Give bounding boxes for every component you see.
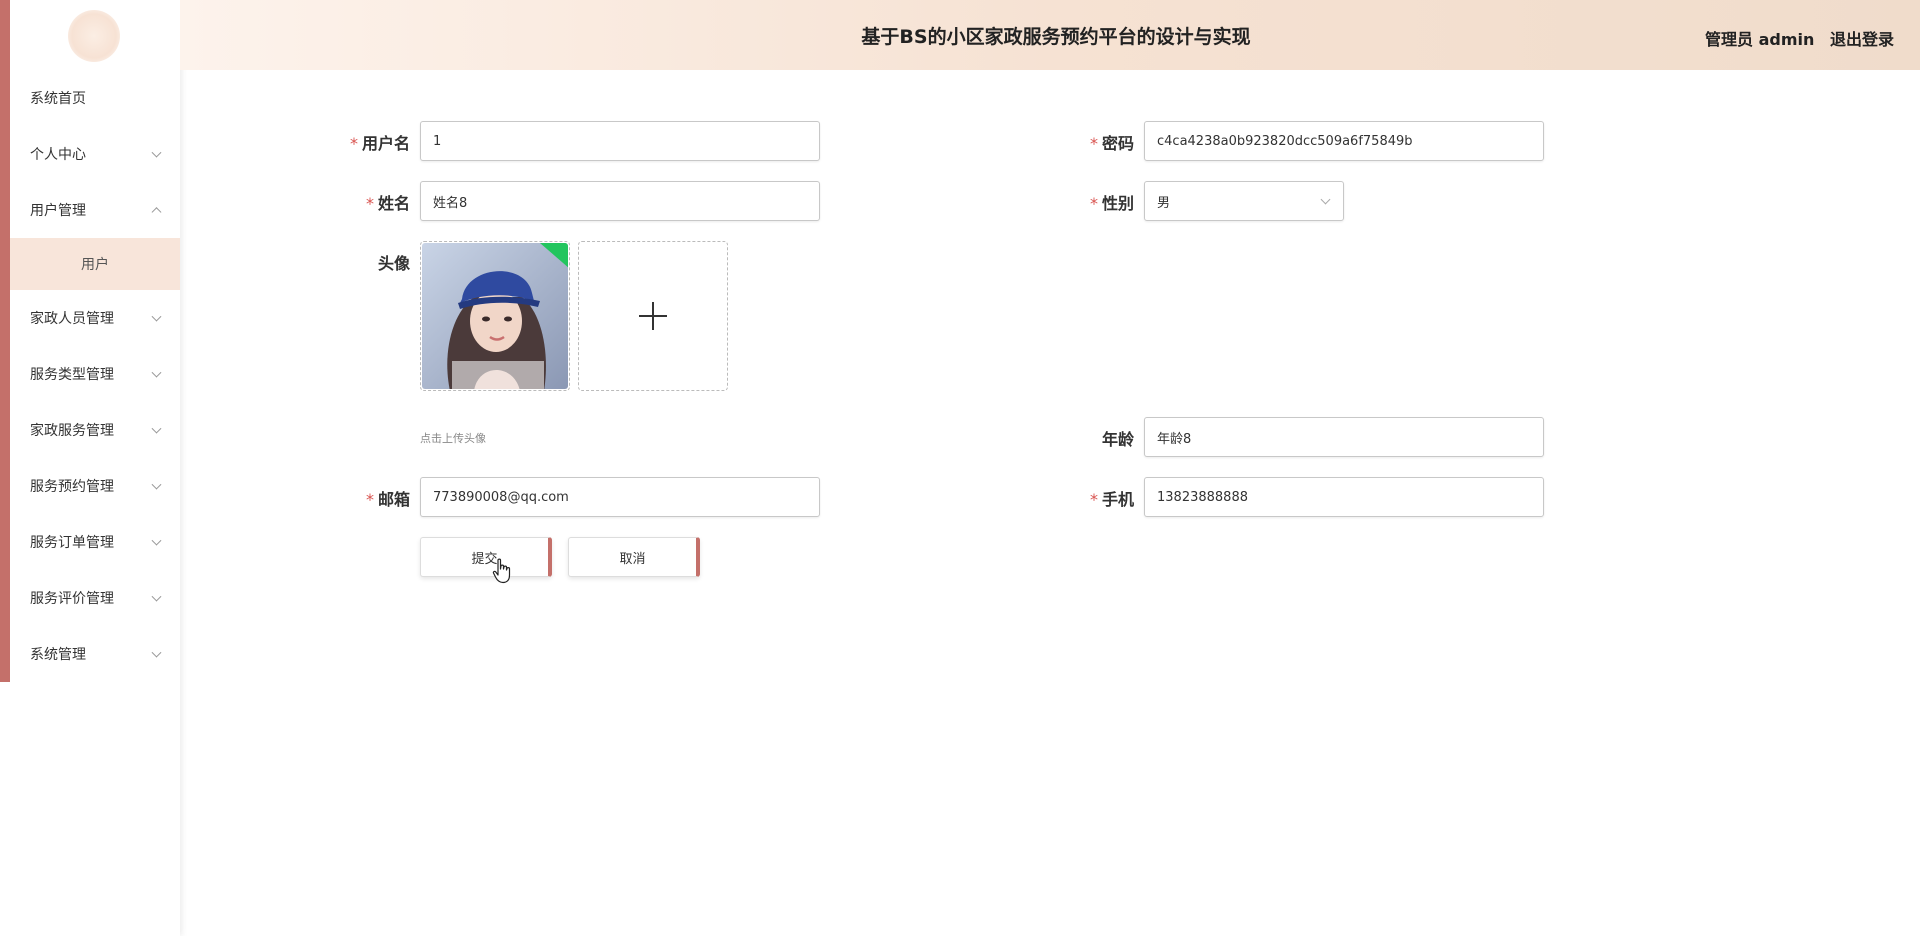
chevron-up-icon — [151, 207, 162, 218]
sidebar-item-profile[interactable]: 个人中心 — [10, 126, 180, 182]
chevron-down-icon — [151, 535, 162, 546]
sidebar-item-system[interactable]: 系统管理 — [10, 626, 180, 682]
age-value: 年龄8 — [1157, 431, 1192, 447]
gender-select[interactable]: 男 — [1144, 181, 1344, 221]
sidebar-item-label: 用户管理 — [30, 203, 86, 219]
user-role: 管理员 admin — [1705, 30, 1815, 49]
plus-icon — [639, 302, 667, 330]
sidebar-item-label: 服务类型管理 — [30, 367, 114, 383]
sidebar-item-housekeepers[interactable]: 家政人员管理 — [10, 290, 180, 346]
sidebar-item-label: 服务订单管理 — [30, 535, 114, 551]
name-label-text: 姓名 — [377, 194, 410, 213]
name-input[interactable]: 姓名8 — [420, 181, 820, 221]
age-label-text: 年龄 — [1101, 430, 1134, 449]
age-input[interactable]: 年龄8 — [1144, 417, 1544, 457]
phone-value: 13823888888 — [1157, 489, 1248, 505]
username-value: 1 — [433, 133, 442, 149]
hand-cursor-icon — [492, 558, 511, 584]
required-mark: * — [1089, 134, 1098, 153]
email-label-text: 邮箱 — [377, 490, 410, 509]
gender-label: * 性别 — [1014, 190, 1134, 214]
sidebar-item-reviews[interactable]: 服务评价管理 — [10, 570, 180, 626]
email-label: * 邮箱 — [290, 486, 410, 510]
sidebar-item-label: 家政服务管理 — [30, 423, 114, 439]
submenu-item-user[interactable]: 用户 — [10, 238, 180, 290]
required-mark: * — [1089, 490, 1098, 509]
avatar-label: 头像 — [290, 250, 410, 274]
username-input[interactable]: 1 — [420, 121, 820, 161]
username-label-text: 用户名 — [361, 134, 410, 153]
sidebar: 系统首页 个人中心 用户管理 用户 家政人员管理 服务类型管理 家政服务管理 服… — [0, 0, 180, 936]
phone-input[interactable]: 13823888888 — [1144, 477, 1544, 517]
sidebar-item-label: 家政人员管理 — [30, 311, 114, 327]
sidebar-item-users[interactable]: 用户管理 — [10, 182, 180, 238]
name-value: 姓名8 — [433, 195, 468, 211]
chevron-down-icon — [151, 311, 162, 322]
header-user-area: 管理员 admin 退出登录 — [1695, 26, 1894, 50]
submenu-item-label: 用户 — [81, 257, 109, 273]
logout-link[interactable]: 退出登录 — [1830, 30, 1894, 49]
sidebar-item-label: 个人中心 — [30, 147, 86, 163]
gender-label-text: 性别 — [1101, 194, 1134, 213]
chevron-down-icon — [151, 147, 162, 158]
chevron-down-icon — [151, 647, 162, 658]
submit-button[interactable]: 提交 — [420, 537, 552, 577]
password-label-text: 密码 — [1101, 134, 1134, 153]
chevron-down-icon — [1320, 194, 1331, 205]
logo — [68, 10, 120, 62]
age-label: 年龄 — [1014, 426, 1134, 450]
phone-label: * 手机 — [1014, 486, 1134, 510]
name-label: * 姓名 — [290, 190, 410, 214]
sidebar-item-label: 服务评价管理 — [30, 591, 114, 607]
upload-tip: 点击上传头像 — [420, 432, 486, 445]
chevron-down-icon — [151, 479, 162, 490]
sidebar-item-appointments[interactable]: 服务预约管理 — [10, 458, 180, 514]
sidebar-menu: 系统首页 个人中心 用户管理 用户 家政人员管理 服务类型管理 家政服务管理 服… — [10, 70, 180, 682]
required-mark: * — [365, 490, 374, 509]
sidebar-accent-bar — [0, 0, 10, 682]
email-input[interactable]: 773890008@qq.com — [420, 477, 820, 517]
sidebar-item-label: 系统首页 — [30, 91, 86, 107]
sidebar-item-label: 系统管理 — [30, 647, 86, 663]
header: 基于BS的小区家政服务预约平台的设计与实现 管理员 admin 退出登录 — [180, 0, 1920, 70]
sidebar-item-orders[interactable]: 服务订单管理 — [10, 514, 180, 570]
chevron-down-icon — [151, 423, 162, 434]
username-label: * 用户名 — [290, 130, 410, 154]
required-mark: * — [349, 134, 358, 153]
cancel-button[interactable]: 取消 — [568, 537, 700, 577]
required-mark: * — [365, 194, 374, 213]
avatar-preview[interactable] — [420, 241, 570, 391]
avatar-image — [422, 243, 568, 389]
chevron-down-icon — [151, 367, 162, 378]
email-value: 773890008@qq.com — [433, 489, 569, 505]
phone-label-text: 手机 — [1101, 490, 1134, 509]
sidebar-item-service-types[interactable]: 服务类型管理 — [10, 346, 180, 402]
required-mark: * — [1089, 194, 1098, 213]
gender-value: 男 — [1157, 195, 1171, 211]
upload-avatar-button[interactable] — [578, 241, 728, 391]
sidebar-item-services[interactable]: 家政服务管理 — [10, 402, 180, 458]
avatar-label-text: 头像 — [377, 254, 410, 273]
page-title: 基于BS的小区家政服务预约平台的设计与实现 — [861, 26, 1251, 48]
sidebar-item-label: 服务预约管理 — [30, 479, 114, 495]
password-input[interactable]: c4ca4238a0b923820dcc509a6f75849b — [1144, 121, 1544, 161]
sidebar-item-home[interactable]: 系统首页 — [10, 70, 180, 126]
password-value: c4ca4238a0b923820dcc509a6f75849b — [1157, 133, 1413, 149]
password-label: * 密码 — [1014, 130, 1134, 154]
chevron-down-icon — [151, 591, 162, 602]
